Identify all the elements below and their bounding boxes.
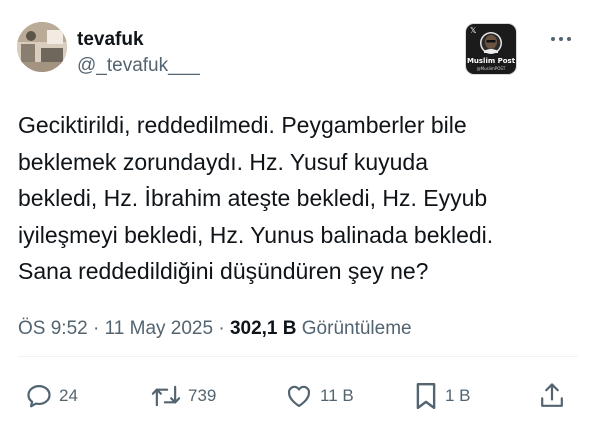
share-icon bbox=[541, 383, 563, 407]
reply-button[interactable]: 24 bbox=[25, 380, 78, 412]
tweet-date[interactable]: 11 May 2025 bbox=[105, 318, 213, 339]
retweet-count: 739 bbox=[188, 386, 217, 405]
tweet-text-line: Geciktirildi, reddedilmedi. Peygamberler… bbox=[18, 112, 467, 138]
bookmark-count: 1 B bbox=[445, 386, 471, 405]
more-options-button[interactable] bbox=[546, 26, 576, 50]
badge-name: Muslim Post bbox=[466, 57, 516, 65]
tweet-meta: ÖS 9:52 · 11 May 2025 · 302,1 B Görüntül… bbox=[18, 317, 412, 341]
author-block: tevafuk @_tevafuk___ bbox=[77, 29, 200, 77]
views-count: 302,1 B bbox=[229, 318, 297, 339]
tweet-text-line: Sana reddedildiğini düşündüren şey ne? bbox=[18, 258, 429, 284]
retweet-icon bbox=[151, 385, 181, 407]
like-count: 11 B bbox=[320, 386, 354, 405]
badge-handle: @MuslimPOST bbox=[476, 66, 506, 71]
bookmark-button[interactable]: 1 B bbox=[413, 380, 471, 412]
avatar-image bbox=[17, 22, 67, 72]
meta-separator: · bbox=[93, 318, 100, 339]
more-horizontal-icon bbox=[567, 37, 571, 41]
tweet-time[interactable]: ÖS 9:52 bbox=[18, 318, 88, 339]
tweet-text-line: iyileşmeyi bekledi, Hz. Yunus balinada b… bbox=[18, 221, 494, 248]
reply-icon bbox=[27, 384, 51, 408]
retweet-button[interactable]: 739 bbox=[150, 380, 216, 412]
author-avatar[interactable] bbox=[17, 22, 67, 72]
meta-separator: · bbox=[218, 318, 225, 339]
reply-count: 24 bbox=[59, 386, 78, 405]
author-display-name[interactable]: tevafuk bbox=[77, 29, 200, 51]
author-handle[interactable]: @_tevafuk___ bbox=[77, 55, 200, 77]
affiliate-badge[interactable]: 𝕏 Muslim Post @MuslimPOST bbox=[465, 23, 517, 75]
share-button[interactable] bbox=[538, 380, 566, 412]
tweet-text-line: beklemek zorundaydı. Hz. Yusuf kuyuda bbox=[18, 148, 428, 175]
more-horizontal-icon bbox=[551, 37, 555, 41]
tweet-text: Geciktirildi, reddedilmedi. Peygamberler… bbox=[18, 107, 578, 290]
tweet-text-line: bekledi, Hz. İbrahim ateşte bekledi, Hz.… bbox=[18, 185, 488, 211]
like-button[interactable]: 11 B bbox=[284, 380, 354, 412]
tweet-card: tevafuk @_tevafuk___ 𝕏 Muslim Post @Musl… bbox=[0, 0, 591, 428]
more-horizontal-icon bbox=[559, 37, 563, 41]
heart-icon bbox=[287, 385, 311, 408]
divider bbox=[18, 356, 578, 357]
bookmark-icon bbox=[416, 382, 436, 410]
views-label: Görüntüleme bbox=[301, 318, 412, 339]
